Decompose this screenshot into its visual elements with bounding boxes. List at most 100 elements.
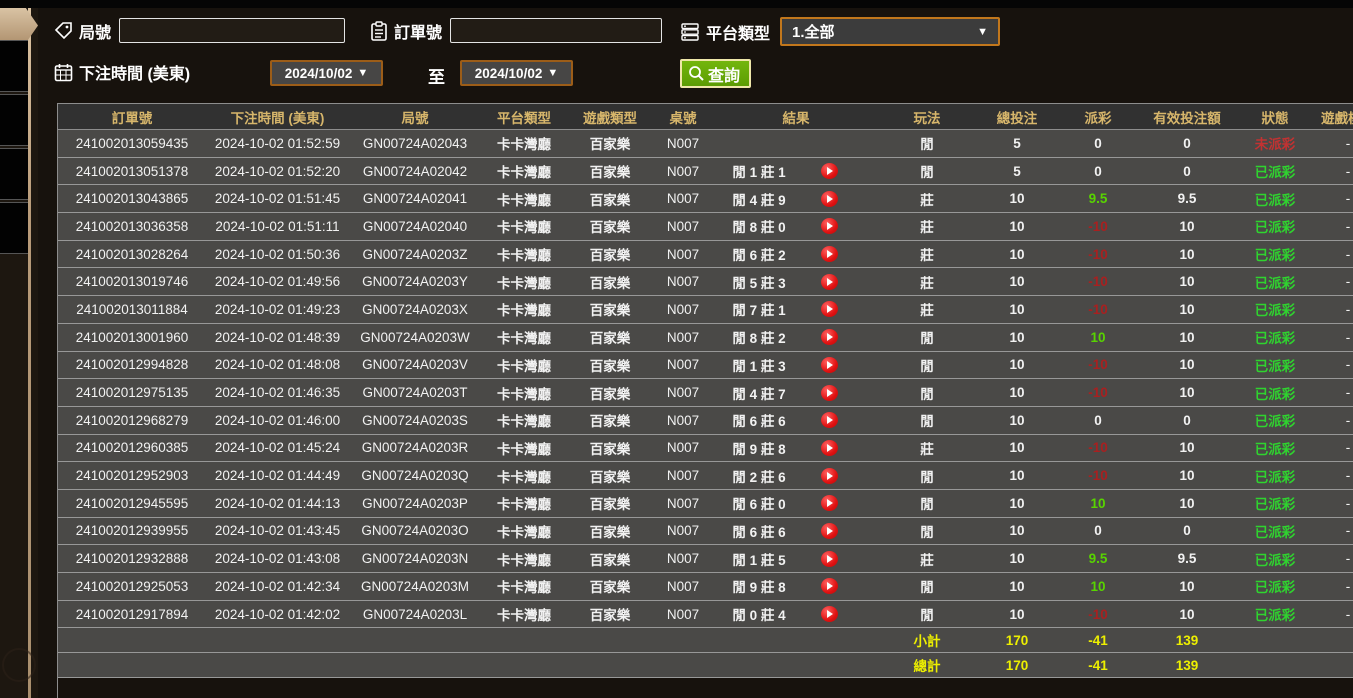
cell-platform: 卡卡灣廳 <box>481 129 567 158</box>
cell-status: 已派彩 <box>1237 572 1313 601</box>
cell-bet-time: 2024-10-02 01:52:20 <box>206 157 349 186</box>
table-row: 241002012960385 2024-10-02 01:45:24 GN00… <box>58 434 1353 463</box>
sidebar-item[interactable] <box>0 40 28 92</box>
cell-valid-bet: 10 <box>1137 572 1237 601</box>
replay-button[interactable] <box>821 301 838 318</box>
table-row: 241002012952903 2024-10-02 01:44:49 GN00… <box>58 461 1353 490</box>
cell-order-no: 241002013019746 <box>58 267 206 297</box>
bet-history-panel: 局號 訂單號 平台類型 1.全部 ▼ 下注時間 (美東) 2024/10/02 … <box>38 8 1353 698</box>
platform-select[interactable]: 1.全部 ▼ <box>780 17 1001 46</box>
sidebar-item[interactable] <box>0 202 28 254</box>
col-total-bet: 總投注 <box>975 103 1059 130</box>
cell-round-no: GN00724A0203W <box>349 323 481 352</box>
cell-game-type: 百家樂 <box>567 129 653 158</box>
cell-round-no: GN00724A0203S <box>349 406 481 435</box>
cell-valid-bet: 10 <box>1137 434 1237 463</box>
cell-result: 閒 9 莊 8 <box>713 572 879 601</box>
subtotal-total-bet: 170 <box>975 627 1059 654</box>
cell-game-type: 百家樂 <box>567 517 653 546</box>
cell-bet-time: 2024-10-02 01:50:36 <box>206 240 349 269</box>
replay-button[interactable] <box>821 606 838 623</box>
sidebar-item[interactable] <box>0 148 28 200</box>
replay-button[interactable] <box>821 384 838 401</box>
cell-game-mode: - <box>1313 572 1353 601</box>
date-from-picker[interactable]: 2024/10/02 ▼ <box>270 60 383 86</box>
cell-table-no: N007 <box>653 600 713 629</box>
cell-valid-bet: 10 <box>1137 461 1237 490</box>
cell-game-mode: - <box>1313 240 1353 269</box>
cell-result: 閒 8 莊 2 <box>713 323 879 352</box>
replay-button[interactable] <box>821 522 838 539</box>
replay-button[interactable] <box>821 439 838 456</box>
cell-total-bet: 5 <box>975 129 1059 158</box>
cell-valid-bet: 10 <box>1137 267 1237 297</box>
cell-result: 閒 6 莊 6 <box>713 406 879 435</box>
cell-bet-side: 閒 <box>879 378 975 407</box>
cell-result: 閒 6 莊 6 <box>713 517 879 546</box>
table-row: 241002013043865 2024-10-02 01:51:45 GN00… <box>58 184 1353 214</box>
cell-payout: -10 <box>1059 434 1137 463</box>
result-text: 閒 8 莊 2 <box>732 331 786 347</box>
grand-total-label: 總計 <box>879 652 975 679</box>
replay-button[interactable] <box>821 412 838 429</box>
cell-order-no: 241002013051378 <box>58 157 206 186</box>
cell-status: 已派彩 <box>1237 378 1313 407</box>
cell-order-no: 241002013011884 <box>58 295 206 324</box>
cell-game-type: 百家樂 <box>567 434 653 463</box>
replay-button[interactable] <box>821 550 838 567</box>
platform-select-value: 1.全部 <box>792 24 835 41</box>
replay-button[interactable] <box>821 578 838 595</box>
order-number-input[interactable] <box>450 18 663 43</box>
chevron-down-icon: ▼ <box>977 25 989 38</box>
cell-game-mode: - <box>1313 378 1353 407</box>
cell-table-no: N007 <box>653 572 713 601</box>
replay-button[interactable] <box>821 329 838 346</box>
cell-order-no: 241002013001960 <box>58 323 206 352</box>
cell-bet-side: 莊 <box>879 267 975 297</box>
cell-bet-time: 2024-10-02 01:48:39 <box>206 323 349 352</box>
cell-total-bet: 10 <box>975 351 1059 380</box>
replay-button[interactable] <box>821 356 838 373</box>
table-row: 241002013001960 2024-10-02 01:48:39 GN00… <box>58 323 1353 352</box>
cell-total-bet: 5 <box>975 157 1059 186</box>
replay-button[interactable] <box>821 190 838 207</box>
cell-bet-side: 閒 <box>879 600 975 629</box>
date-range-to-label: 至 <box>428 68 445 87</box>
replay-button[interactable] <box>821 163 838 180</box>
search-button[interactable]: 查詢 <box>680 59 752 88</box>
cell-order-no: 241002012952903 <box>58 461 206 490</box>
cell-bet-time: 2024-10-02 01:52:59 <box>206 129 349 158</box>
col-status: 狀態 <box>1237 103 1313 130</box>
cell-payout: -10 <box>1059 240 1137 269</box>
cell-order-no: 241002012932888 <box>58 544 206 573</box>
cell-bet-side: 閒 <box>879 323 975 352</box>
replay-button[interactable] <box>821 467 838 484</box>
cell-game-mode: - <box>1313 461 1353 490</box>
col-order-no: 訂單號 <box>58 103 206 130</box>
cell-payout: 10 <box>1059 489 1137 518</box>
col-result: 結果 <box>713 103 879 130</box>
cell-order-no: 241002012925053 <box>58 572 206 601</box>
cell-bet-time: 2024-10-02 01:42:02 <box>206 600 349 629</box>
replay-button[interactable] <box>821 273 838 290</box>
cell-payout: 0 <box>1059 157 1137 186</box>
cell-table-no: N007 <box>653 323 713 352</box>
sidebar-item[interactable] <box>0 94 28 146</box>
cell-bet-side: 莊 <box>879 295 975 324</box>
cell-table-no: N007 <box>653 157 713 186</box>
replay-button[interactable] <box>821 495 838 512</box>
date-to-picker[interactable]: 2024/10/02 ▼ <box>460 60 573 86</box>
sidebar-active-tab[interactable] <box>0 8 38 43</box>
replay-button[interactable] <box>821 218 838 235</box>
table-header-row: 訂單號 下注時間 (美東) 局號 平台類型 遊戲類型 桌號 結果 玩法 總投注 … <box>58 103 1353 130</box>
cell-bet-side: 莊 <box>879 184 975 214</box>
round-number-input[interactable] <box>119 18 346 43</box>
sidebar-divider <box>28 8 31 698</box>
cell-game-mode: - <box>1313 267 1353 297</box>
cell-bet-time: 2024-10-02 01:44:49 <box>206 461 349 490</box>
cell-bet-time: 2024-10-02 01:49:56 <box>206 267 349 297</box>
cell-result <box>713 129 879 158</box>
replay-button[interactable] <box>821 246 838 263</box>
table-row: 241002012994828 2024-10-02 01:48:08 GN00… <box>58 351 1353 380</box>
cell-valid-bet: 0 <box>1137 129 1237 158</box>
